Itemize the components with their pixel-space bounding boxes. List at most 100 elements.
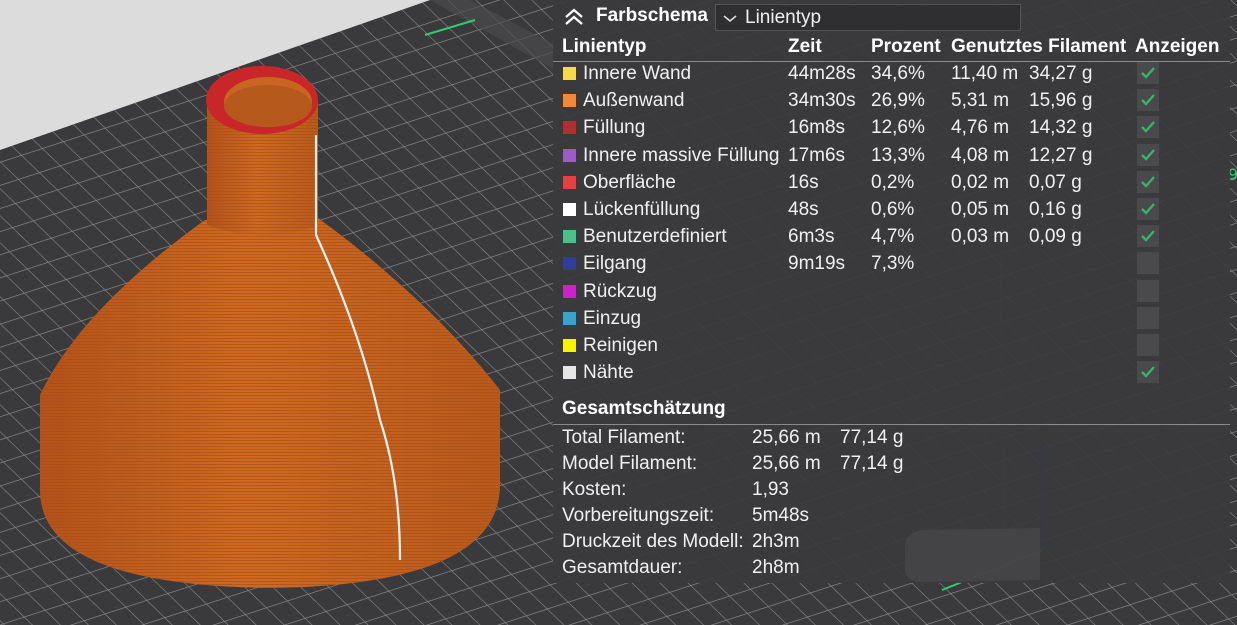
show-checkbox[interactable] (1137, 334, 1159, 356)
linetype-name: Einzug (583, 307, 642, 329)
summary-value: 25,66 m (752, 453, 821, 474)
summary-label: Kosten: (562, 479, 627, 500)
header-show: Anzeigen (1135, 36, 1220, 57)
linetype-length: 4,08 m (951, 144, 1010, 166)
summary-row: Vorbereitungszeit: 5m48s (553, 505, 1230, 531)
linetype-percent: 7,3% (871, 253, 915, 275)
legend-row[interactable]: Einzug (553, 306, 1230, 333)
linetype-length: 0,03 m (951, 226, 1010, 248)
show-checkbox[interactable] (1137, 252, 1159, 275)
legend-row[interactable]: Eilgang 9m19s 7,3% (553, 251, 1230, 278)
checkmark-icon (1141, 175, 1155, 188)
linetype-percent: 0,2% (871, 171, 915, 193)
linetype-time: 34m30s (788, 90, 856, 112)
summary-value: 1,93 (752, 479, 789, 500)
linetype-weight: 0,16 g (1029, 199, 1082, 220)
linetype-weight: 15,96 g (1029, 90, 1093, 112)
show-checkbox[interactable] (1137, 143, 1159, 166)
linetype-name: Rückzug (583, 280, 657, 302)
color-swatch (563, 148, 576, 162)
summary-value: 5m48s (752, 505, 810, 526)
linetype-time: 48s (788, 199, 819, 220)
linetype-length: 0,05 m (951, 199, 1010, 220)
legend-row[interactable]: Rückzug (553, 279, 1230, 306)
summary-row: Total Filament: 25,66 m 77,14 g (553, 427, 1230, 453)
show-checkbox[interactable] (1137, 89, 1159, 112)
summary-weight: 77,14 g (840, 427, 904, 448)
summary-label: Gesamtdauer: (562, 557, 683, 578)
linetype-length: 0,02 m (951, 171, 1010, 193)
legend-row[interactable]: Oberfläche 16s 0,2% 0,02 m 0,07 g (553, 170, 1230, 197)
checkmark-icon (1141, 67, 1155, 79)
linetype-length: 4,76 m (951, 117, 1010, 139)
summary-weight: 77,14 g (840, 453, 904, 474)
linetype-name: Eilgang (583, 253, 647, 275)
legend-panel: Farbschema Linientyp Linientyp Zeit Proz… (553, 0, 1230, 583)
summary-divider (553, 424, 1230, 425)
legend-row[interactable]: Außenwand 34m30s 26,9% 5,31 m 15,96 g (553, 88, 1230, 115)
show-checkbox[interactable] (1137, 306, 1159, 329)
linetype-percent: 4,7% (871, 226, 915, 248)
linetype-name: Nähte (583, 362, 634, 384)
summary-row: Model Filament: 25,66 m 77,14 g (553, 453, 1230, 479)
linetype-name: Innere massive Füllung (583, 144, 780, 166)
show-checkbox[interactable] (1137, 198, 1159, 220)
legend-row[interactable]: Innere massive Füllung 17m6s 13,3% 4,08 m 12… (553, 143, 1230, 170)
summary-row: Gesamtdauer: 2h8m (553, 557, 1230, 583)
show-checkbox[interactable] (1137, 225, 1159, 248)
color-scheme-dropdown[interactable]: Linientyp (715, 4, 1021, 31)
color-swatch (563, 121, 576, 135)
legend-row[interactable]: Füllung 16m8s 12,6% 4,76 m 14,32 g (553, 115, 1230, 142)
linetype-time: 16s (788, 171, 819, 193)
checkmark-icon (1141, 366, 1155, 378)
color-scheme-value: Linientyp (745, 7, 822, 28)
show-checkbox[interactable] (1137, 279, 1159, 302)
color-swatch (563, 366, 576, 380)
checkmark-icon (1141, 148, 1155, 161)
legend-title-row: Farbschema Linientyp (553, 0, 1230, 34)
linetype-name: Benutzerdefiniert (583, 226, 727, 248)
linetype-name: Außenwand (583, 90, 685, 112)
summary-row: Kosten: 1,93 (553, 479, 1230, 505)
legend-row[interactable]: Benutzerdefiniert 6m3s 4,7% 0,03 m 0,09 g (553, 224, 1230, 251)
header-percent: Prozent (871, 36, 941, 57)
show-checkbox[interactable] (1137, 170, 1159, 193)
table-header: Linientyp Zeit Prozent Genutztes Filamen… (553, 34, 1230, 62)
summary-label: Druckzeit des Modell: (562, 531, 744, 552)
show-checkbox[interactable] (1137, 62, 1159, 84)
color-swatch (563, 311, 576, 325)
linetype-name: Lückenfüllung (583, 199, 701, 220)
show-checkbox[interactable] (1137, 116, 1159, 139)
color-swatch (563, 230, 576, 244)
color-swatch (563, 284, 576, 298)
summary-label: Vorbereitungszeit: (562, 505, 715, 526)
color-swatch (563, 94, 576, 108)
legend-row[interactable]: Innere Wand 44m28s 34,6% 11,40 m 34,27 g (553, 61, 1230, 88)
chevron-down-icon (723, 9, 737, 23)
checkmark-icon (1141, 230, 1155, 242)
color-swatch (563, 339, 576, 352)
linetype-weight: 14,32 g (1029, 117, 1093, 139)
linetype-name: Füllung (583, 117, 646, 139)
linetype-weight: 0,07 g (1029, 171, 1082, 193)
color-swatch (563, 257, 576, 271)
header-time: Zeit (788, 36, 822, 57)
linetype-percent: 13,3% (871, 144, 925, 166)
linetype-time: 17m6s (788, 144, 846, 166)
show-checkbox[interactable] (1137, 361, 1159, 384)
linetype-time: 9m19s (788, 253, 846, 275)
chevrons-up-icon[interactable] (563, 7, 585, 27)
summary-row: Druckzeit des Modell: 2h3m (553, 531, 1230, 557)
summary-value: 2h8m (752, 557, 800, 578)
legend-row[interactable]: Nähte (553, 360, 1230, 387)
legend-row[interactable]: Reinigen (553, 333, 1230, 360)
summary-value: 25,66 m (752, 427, 821, 448)
linetype-weight: 34,27 g (1029, 63, 1093, 84)
summary-label: Model Filament: (562, 453, 698, 474)
color-swatch (563, 67, 576, 80)
checkmark-icon (1141, 203, 1155, 215)
checkmark-icon (1141, 121, 1155, 134)
legend-row[interactable]: Lückenfüllung 48s 0,6% 0,05 m 0,16 g (553, 197, 1230, 224)
color-swatch (563, 203, 576, 216)
linetype-time: 16m8s (788, 117, 846, 139)
